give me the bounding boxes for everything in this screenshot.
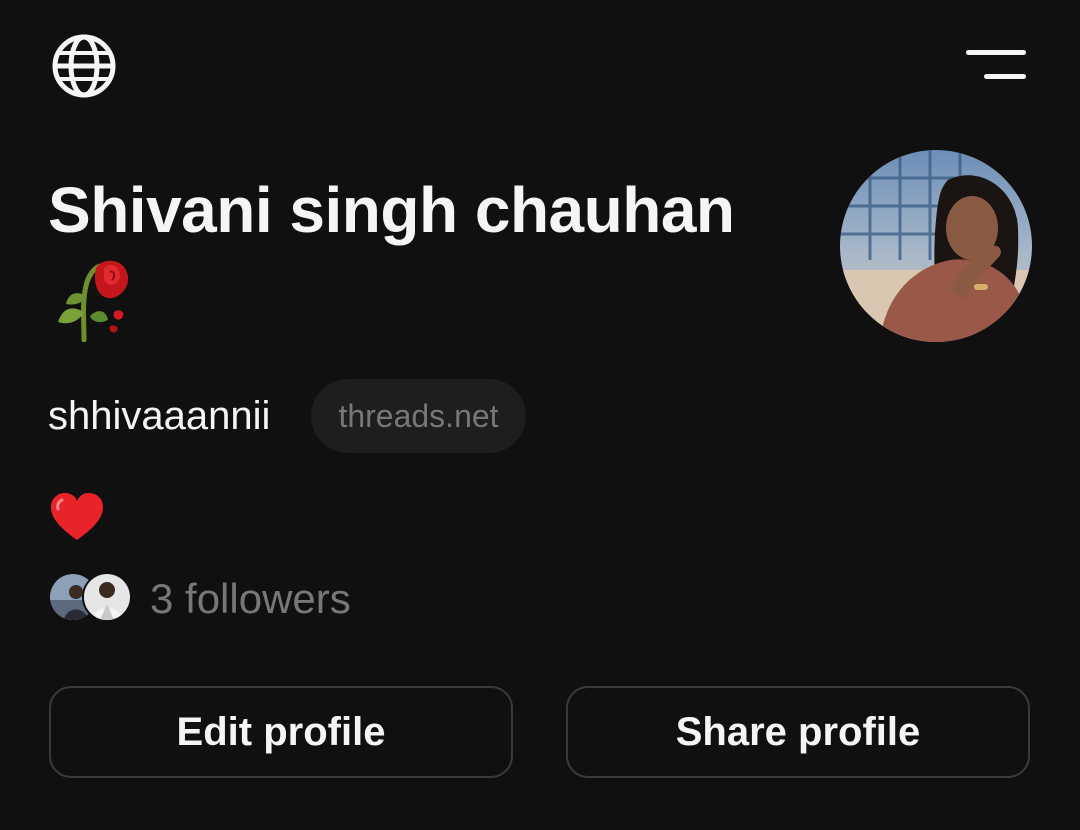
profile-photo — [840, 150, 1032, 342]
menu-button[interactable] — [960, 44, 1032, 88]
username: shhivaaannii — [48, 394, 271, 438]
wilted-rose-emoji-icon — [58, 260, 129, 342]
profile-avatar[interactable] — [840, 150, 1032, 342]
menu-icon — [966, 50, 1026, 55]
share-profile-button[interactable]: Share profile — [566, 686, 1030, 778]
edit-profile-button[interactable]: Edit profile — [49, 686, 513, 778]
followers-count[interactable]: 3 followers — [150, 573, 351, 625]
red-heart-emoji-icon — [51, 493, 103, 540]
follower-avatars[interactable] — [48, 572, 136, 622]
globe-button[interactable] — [50, 32, 118, 100]
profile-name: Shivani singh chauhan — [48, 174, 735, 246]
globe-icon — [52, 34, 116, 98]
follower-avatar — [82, 572, 132, 622]
threads-domain-badge[interactable]: threads.net — [311, 379, 526, 453]
